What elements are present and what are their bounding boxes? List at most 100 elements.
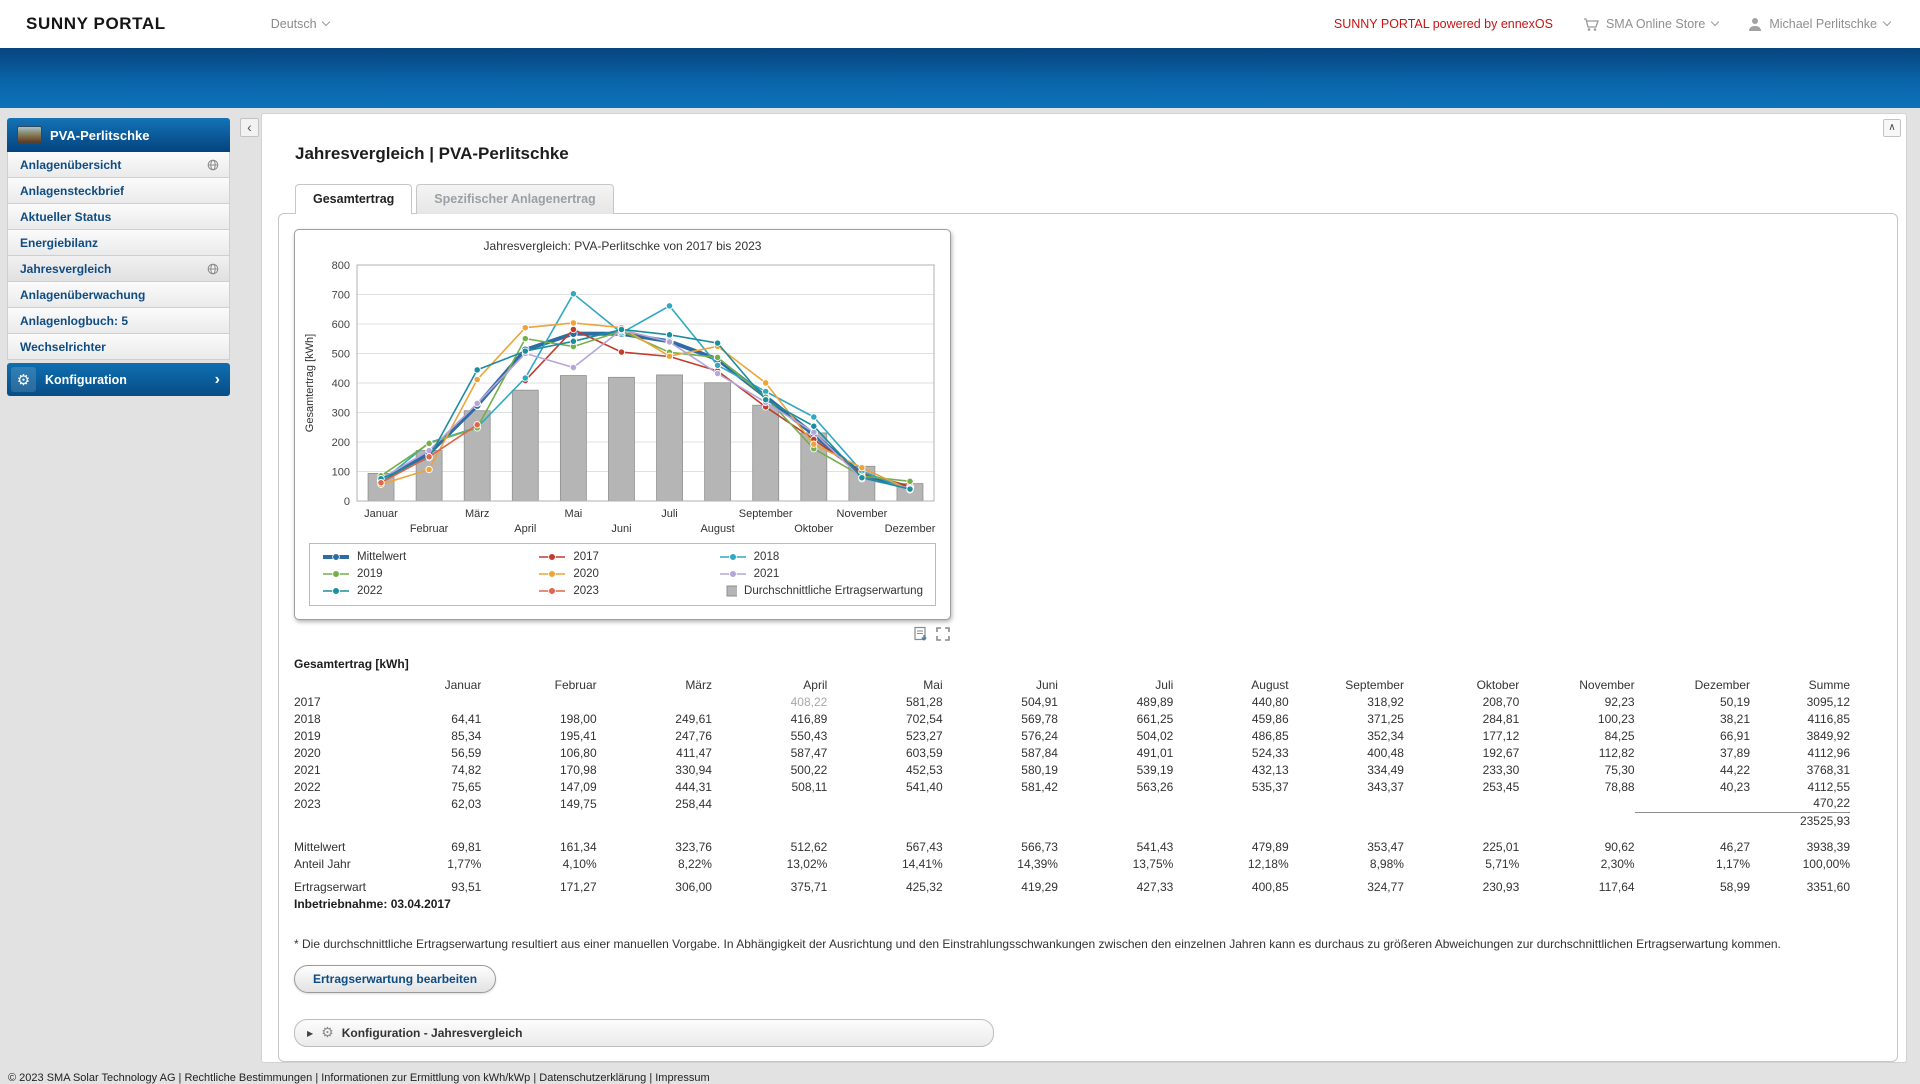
year-comparison-chart: 0100200300400500600700800JanuarFebruarMä… (300, 255, 945, 539)
powered-by-label: SUNNY PORTAL powered by ennexOS (1334, 17, 1553, 31)
tab-bar: GesamtertragSpezifischer Anlagenertrag (295, 184, 1906, 214)
table-header-row: JanuarFebruarMärzAprilMaiJuniJuliAugustS… (294, 676, 1850, 693)
globe-icon (207, 159, 219, 171)
svg-text:500: 500 (332, 349, 350, 361)
tab-gesamtertrag[interactable]: Gesamtertrag (295, 184, 412, 214)
svg-text:0: 0 (344, 496, 350, 508)
konfiguration-label: Konfiguration (45, 373, 127, 387)
sidebar-item-aktueller-status[interactable]: Aktueller Status (7, 204, 230, 230)
chevron-down-icon (1711, 18, 1719, 26)
year-row-2017: 2017408,22581,28504,91489,89440,80318,92… (294, 693, 1850, 710)
sidebar: PVA-Perlitschke Anlagenübersicht Anlagens… (7, 118, 230, 396)
year-row-2023: 202362,03149,75258,44470,22 (294, 795, 1850, 812)
year-row-2018: 201864,41198,00249,61416,89702,54569,786… (294, 710, 1850, 727)
svg-text:800: 800 (332, 260, 350, 272)
online-store-link[interactable]: SMA Online Store (1583, 17, 1718, 32)
svg-text:600: 600 (332, 319, 350, 331)
footnote: * Die durchschnittliche Ertragserwartung… (294, 937, 1854, 951)
config-panel-toggle[interactable]: ▶ ⚙ Konfiguration - Jahresvergleich (294, 1019, 994, 1047)
legend-item-mittelwert: Mittelwert (322, 551, 538, 563)
svg-text:700: 700 (332, 290, 350, 302)
export-icon[interactable] (913, 626, 929, 642)
plant-name: PVA-Perlitschke (50, 128, 149, 143)
chevron-down-icon (1883, 18, 1891, 26)
language-selector[interactable]: Deutsch (271, 17, 329, 31)
legend-item-durchschnittliche-ertragserwartung: Durchschnittliche Ertragserwartung (719, 585, 923, 597)
commissioning-label: Inbetriebnahme: (294, 897, 387, 911)
sidebar-item-label: Anlagenlogbuch: 5 (20, 314, 128, 328)
chart-legend: Mittelwert2017201820192020202120222023Du… (309, 543, 936, 606)
cart-icon (1583, 17, 1599, 32)
sidebar-menu: Anlagenübersicht Anlagensteckbrief Aktuell… (7, 152, 230, 360)
sidebar-item-energiebilanz[interactable]: Energiebilanz (7, 230, 230, 256)
chart-panel: Jahresvergleich: PVA-Perlitschke von 201… (294, 229, 951, 620)
summary-row-ertragserwartung: Ertragserwartung *93,51171,27306,00375,7… (294, 878, 1850, 895)
svg-text:September: September (739, 508, 793, 520)
footer: © 2023 SMA Solar Technology AG | Rechtli… (8, 1072, 710, 1084)
sidebar-item-label: Energiebilanz (20, 236, 98, 250)
svg-text:Gesamtertrag [kWh]: Gesamtertrag [kWh] (304, 334, 316, 432)
legend-item-2023: 2023 (538, 585, 718, 597)
svg-text:Juni: Juni (611, 523, 631, 535)
sidebar-item-konfiguration[interactable]: ⚙ Konfiguration › (7, 363, 230, 396)
svg-text:100: 100 (332, 467, 350, 479)
legend-item-2019: 2019 (322, 568, 538, 580)
sidebar-item-anlagenuebersicht[interactable]: Anlagenübersicht (7, 152, 230, 178)
topbar: SUNNY PORTAL Deutsch SUNNY PORTAL powere… (0, 0, 1920, 48)
chart-toolbar (294, 626, 951, 642)
year-row-2019: 201985,34195,41247,76550,43523,27576,245… (294, 727, 1850, 744)
svg-text:Februar: Februar (410, 523, 449, 535)
svg-text:Mai: Mai (565, 508, 583, 520)
expand-triangle-icon: ▶ (307, 1029, 313, 1038)
chevron-right-icon: › (215, 372, 220, 388)
fullscreen-icon[interactable] (935, 626, 951, 642)
app-logo[interactable]: SUNNY PORTAL (26, 14, 166, 34)
page-title: Jahresvergleich | PVA-Perlitschke (295, 144, 1906, 164)
sidebar-item-label: Anlagensteckbrief (20, 184, 124, 198)
language-label: Deutsch (271, 17, 317, 31)
chevron-down-icon (321, 18, 329, 26)
store-label: SMA Online Store (1606, 17, 1705, 31)
commissioning-date: Inbetriebnahme: 03.04.2017 (294, 897, 1877, 911)
gear-icon: ⚙ (17, 371, 30, 389)
plant-header[interactable]: PVA-Perlitschke (7, 118, 230, 152)
sidebar-item-anlagenueberwachung[interactable]: Anlagenüberwachung (7, 282, 230, 308)
user-name-label: Michael Perlitschke (1769, 17, 1877, 31)
globe-icon (207, 263, 219, 275)
svg-text:Oktober: Oktober (794, 523, 833, 535)
gear-icon: ⚙ (321, 1025, 334, 1041)
user-menu[interactable]: Michael Perlitschke (1748, 17, 1890, 32)
grand-total-row: 23525,93 (294, 812, 1850, 829)
content-panel: ∧ Jahresvergleich | PVA-Perlitschke Gesa… (261, 113, 1907, 1063)
svg-text:März: März (465, 508, 489, 520)
sidebar-item-anlagensteckbrief[interactable]: Anlagensteckbrief (7, 178, 230, 204)
config-panel-label: Konfiguration - Jahresvergleich (342, 1026, 523, 1040)
svg-text:Juli: Juli (661, 508, 678, 520)
sidebar-item-label: Anlagenüberwachung (20, 288, 145, 302)
tab-content: Jahresvergleich: PVA-Perlitschke von 201… (278, 213, 1898, 1062)
user-icon (1748, 17, 1762, 32)
svg-text:Dezember: Dezember (885, 523, 936, 535)
edit-yield-expectation-button[interactable]: Ertragserwartung bearbeiten (294, 965, 496, 993)
legend-item-2022: 2022 (322, 585, 538, 597)
sidebar-item-label: Anlagenübersicht (20, 158, 121, 172)
sidebar-item-wechselrichter[interactable]: Wechselrichter (7, 334, 230, 360)
commissioning-value: 03.04.2017 (391, 897, 451, 911)
svg-text:400: 400 (332, 378, 350, 390)
sidebar-collapse-button[interactable]: ‹ (240, 118, 259, 137)
header-band (0, 48, 1920, 108)
panel-collapse-button[interactable]: ∧ (1883, 119, 1901, 137)
sidebar-item-label: Aktueller Status (20, 210, 111, 224)
svg-text:200: 200 (332, 437, 350, 449)
sidebar-item-anlagenlogbuch-5[interactable]: Anlagenlogbuch: 5 (7, 308, 230, 334)
table-caption: Gesamtertrag [kWh] (294, 657, 1877, 671)
tab-spezifischer-anlagenertrag[interactable]: Spezifischer Anlagenertrag (416, 184, 613, 214)
summary-row-anteil-jahr: Anteil Jahr1,77%4,10%8,22%13,02%14,41%14… (294, 855, 1850, 872)
sidebar-item-jahresvergleich[interactable]: Jahresvergleich (7, 256, 230, 282)
legend-item-2020: 2020 (538, 568, 718, 580)
svg-text:April: April (514, 523, 536, 535)
legend-item-2018: 2018 (719, 551, 923, 563)
yield-table: JanuarFebruarMärzAprilMaiJuniJuliAugustS… (294, 676, 1850, 895)
year-row-2022: 202275,65147,09444,31508,11541,40581,425… (294, 778, 1850, 795)
chart-title: Jahresvergleich: PVA-Perlitschke von 201… (295, 239, 950, 253)
